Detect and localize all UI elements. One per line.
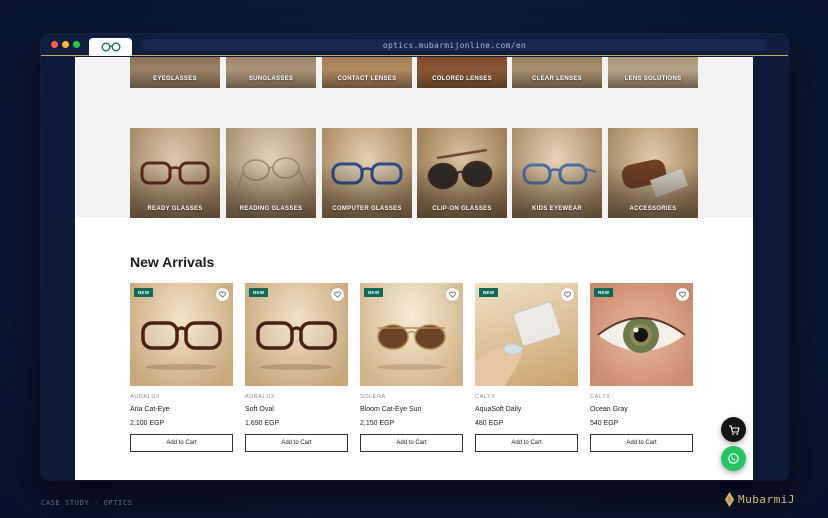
product-price: 480 EGP (475, 420, 504, 427)
product-name[interactable]: Bloom Cat-Eye Sun (360, 406, 463, 416)
category-label: COMPUTER GLASSES (332, 206, 402, 212)
product-price: 540 EGP (590, 420, 619, 427)
close-window-dot[interactable] (51, 41, 58, 48)
category-tile-ready-glasses[interactable]: READY GLASSES (130, 128, 220, 218)
product-name[interactable]: Soft Oval (245, 406, 348, 416)
category-grid: EYEGLASSES SUNGLASSES CONTACT LENSES COL… (75, 57, 753, 218)
product-name[interactable]: Ocean Gray (590, 406, 693, 416)
product-brand: CALYX (475, 394, 496, 400)
add-to-cart-button[interactable]: Add to Cart (130, 434, 233, 452)
add-to-cart-button[interactable]: Add to Cart (360, 434, 463, 452)
category-tile-contact-lenses[interactable]: CONTACT LENSES (322, 57, 412, 88)
browser-chrome: optics.mubarmijonline.com/en (41, 34, 788, 56)
category-tile-accessories[interactable]: ACCESSORIES (608, 128, 698, 218)
case-study-caption: CASE STUDY · OPTICS (41, 499, 133, 507)
heart-icon (564, 291, 571, 298)
cart-icon (728, 424, 740, 435)
category-tile-lens-solutions[interactable]: LENS SOLUTIONS (608, 57, 698, 88)
heart-icon (679, 291, 686, 298)
glasses-icon (101, 42, 120, 52)
product-image[interactable]: NEW (475, 283, 578, 386)
heart-icon (219, 291, 226, 298)
category-tile-eyeglasses[interactable]: EYEGLASSES (130, 57, 220, 88)
whatsapp-icon (728, 453, 739, 464)
category-label: KIDS EYEWEAR (532, 206, 582, 212)
wishlist-button[interactable] (331, 288, 344, 301)
heart-icon (449, 291, 456, 298)
cart-button[interactable] (721, 417, 746, 442)
product-brand: CALYX (590, 394, 611, 400)
whatsapp-button[interactable] (721, 446, 746, 471)
wishlist-button[interactable] (216, 288, 229, 301)
maximize-window-dot[interactable] (73, 41, 80, 48)
new-badge: NEW (479, 288, 499, 297)
product-price: 2,150 EGP (360, 420, 395, 427)
page-viewport: EYEGLASSES SUNGLASSES CONTACT LENSES COL… (75, 57, 753, 480)
product-price: 1,690 EGP (245, 420, 280, 427)
product-card: NEW SOLERA Bloom Cat-Eye Sun 2,150 EGP A… (360, 283, 463, 452)
category-label: CLEAR LENSES (532, 76, 582, 82)
category-label: CONTACT LENSES (337, 76, 397, 82)
wishlist-button[interactable] (676, 288, 689, 301)
product-card: NEW CALYX Ocean Gray 540 EGP Add to Cart (590, 283, 693, 452)
category-tile-colored-lenses[interactable]: COLORED LENSES (417, 57, 507, 88)
new-badge: NEW (364, 288, 384, 297)
browser-window: optics.mubarmijonline.com/en EYEGLASSES … (41, 34, 788, 480)
product-price: 2,100 EGP (130, 420, 165, 427)
category-label: EYEGLASSES (153, 76, 197, 82)
product-brand: SOLERA (360, 394, 386, 400)
new-badge: NEW (249, 288, 269, 297)
category-tile-computer-glasses[interactable]: COMPUTER GLASSES (322, 128, 412, 218)
product-name[interactable]: Aria Cat-Eye (130, 406, 233, 416)
add-to-cart-button[interactable]: Add to Cart (475, 434, 578, 452)
brand-logo: MubarmiJ (725, 492, 795, 507)
category-label: READING GLASSES (239, 206, 303, 212)
heart-icon (334, 291, 341, 298)
minimize-window-dot[interactable] (62, 41, 69, 48)
category-label: LENS SOLUTIONS (624, 76, 682, 82)
category-tile-clip-on-glasses[interactable]: CLIP-ON GLASSES (417, 128, 507, 218)
category-label: ACCESSORIES (629, 206, 677, 212)
product-card: NEW AURALUX Soft Oval 1,690 EGP Add to C… (245, 283, 348, 452)
product-image[interactable]: NEW (130, 283, 233, 386)
category-tile-reading-glasses[interactable]: READING GLASSES (226, 128, 316, 218)
browser-tab[interactable] (89, 38, 132, 56)
category-tile-kids-eyewear[interactable]: KIDS EYEWEAR (512, 128, 602, 218)
product-card: NEW CALYX AquaSoft Daily 480 EGP Add to … (475, 283, 578, 452)
diamond-icon (725, 492, 734, 507)
product-card: NEW AURALUX Aria Cat-Eye 2,100 EGP Add t… (130, 283, 233, 452)
new-badge: NEW (134, 288, 154, 297)
new-badge: NEW (594, 288, 614, 297)
logo-text: MubarmiJ (738, 493, 795, 506)
category-label: CLIP-ON GLASSES (432, 206, 492, 212)
category-label: READY GLASSES (147, 206, 203, 212)
category-tile-clear-lenses[interactable]: CLEAR LENSES (512, 57, 602, 88)
product-image[interactable]: NEW (590, 283, 693, 386)
wishlist-button[interactable] (561, 288, 574, 301)
add-to-cart-button[interactable]: Add to Cart (590, 434, 693, 452)
category-tile-sunglasses[interactable]: SUNGLASSES (226, 57, 316, 88)
product-brand: AURALUX (130, 394, 161, 400)
category-label: SUNGLASSES (248, 76, 294, 82)
product-image[interactable]: NEW (245, 283, 348, 386)
add-to-cart-button[interactable]: Add to Cart (245, 434, 348, 452)
category-label: COLORED LENSES (432, 76, 492, 82)
url-bar[interactable]: optics.mubarmijonline.com/en (142, 39, 767, 51)
product-name[interactable]: AquaSoft Daily (475, 406, 578, 416)
product-image[interactable]: NEW (360, 283, 463, 386)
new-arrivals-title: New Arrivals (130, 254, 215, 270)
product-brand: AURALUX (245, 394, 276, 400)
wishlist-button[interactable] (446, 288, 459, 301)
